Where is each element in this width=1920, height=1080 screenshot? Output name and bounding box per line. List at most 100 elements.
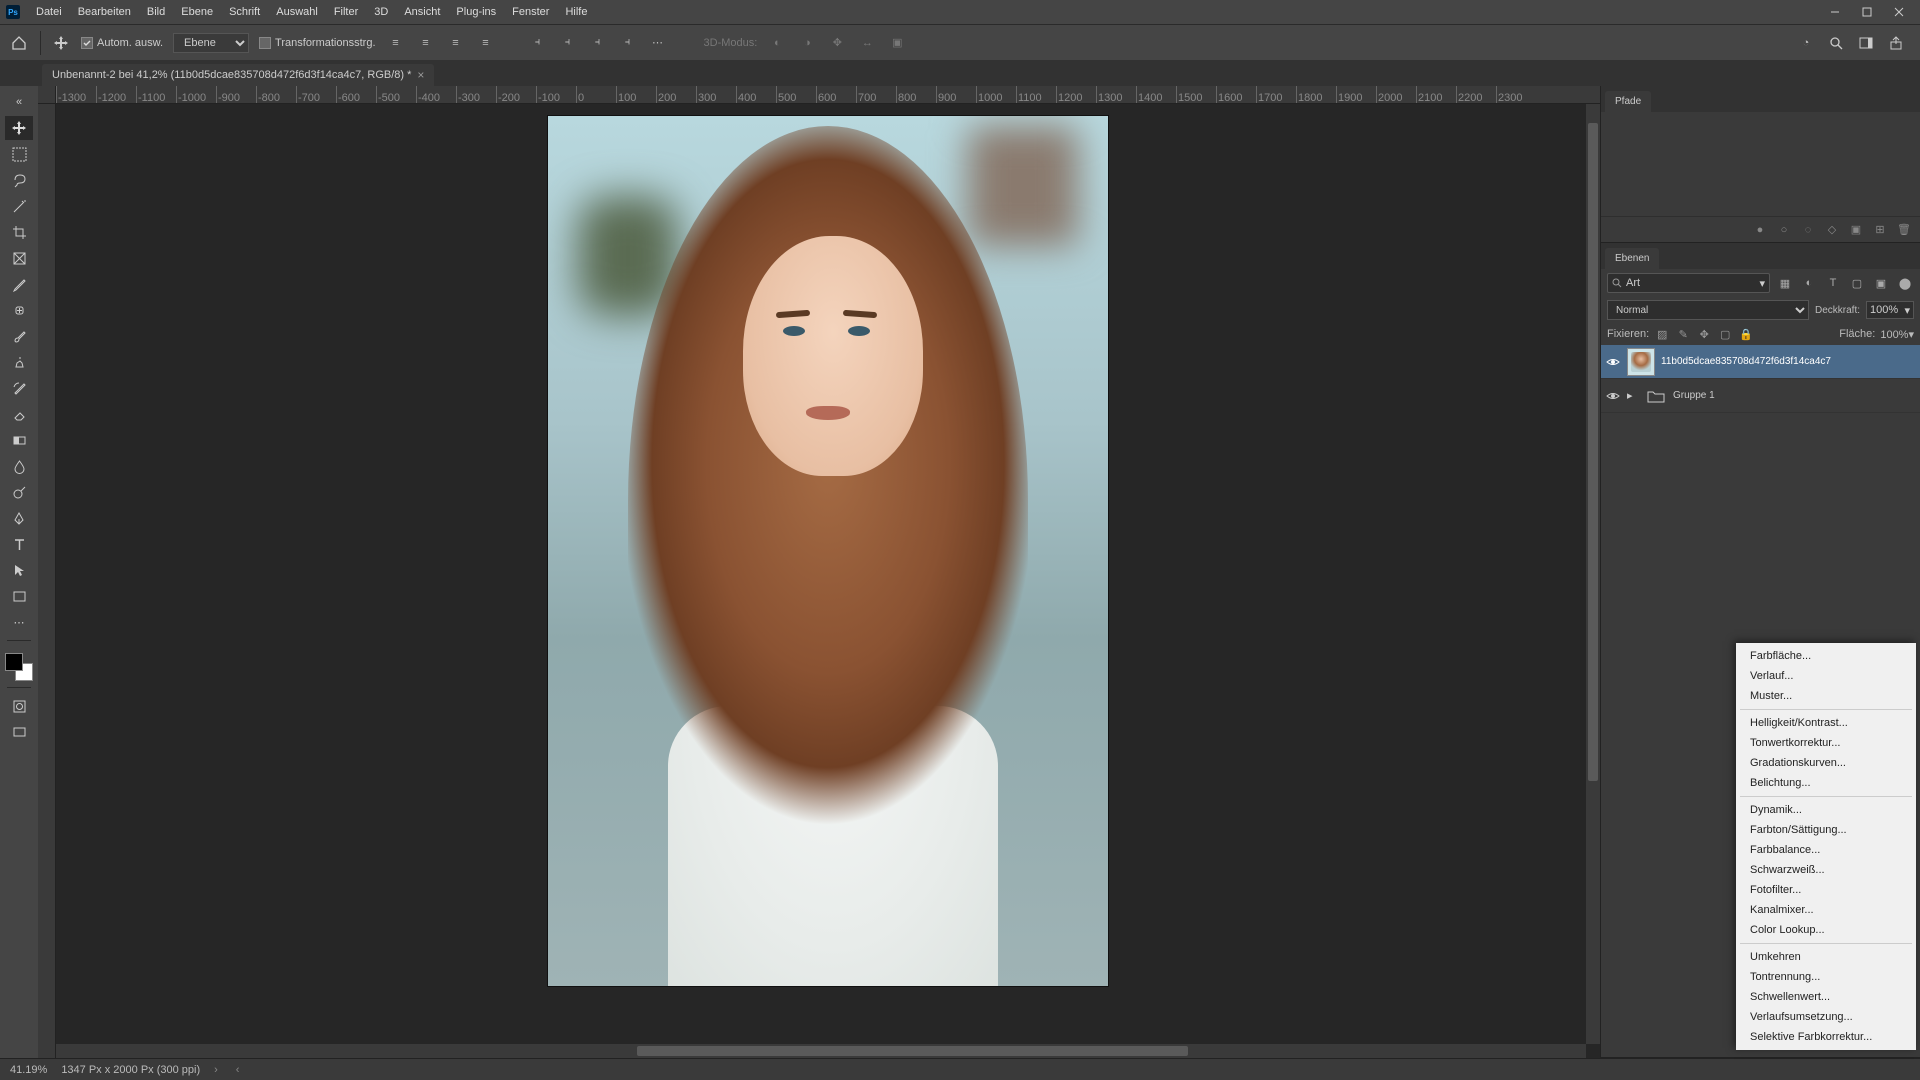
new-path-icon[interactable]: ⊞ [1872,222,1888,238]
adjustment-menu-item[interactable]: Kanalmixer... [1736,900,1916,920]
more-tools-icon[interactable]: ⋯ [5,610,33,634]
clone-stamp-tool[interactable] [5,350,33,374]
horizontal-ruler[interactable]: -1300-1200-1100-1000-900-800-700-600-500… [56,86,1600,104]
vertical-scrollbar[interactable] [1586,104,1600,1044]
pen-tool[interactable] [5,506,33,530]
lock-position-icon[interactable]: ✥ [1696,326,1712,342]
close-button[interactable] [1884,2,1914,22]
align-right-icon[interactable]: ≡ [446,33,466,53]
adjustment-menu-item[interactable]: Tontrennung... [1736,967,1916,987]
align-bottom-icon[interactable]: ⫞ [588,33,608,53]
blur-tool[interactable] [5,454,33,478]
paths-tab[interactable]: Pfade [1605,91,1651,112]
minimize-button[interactable] [1820,2,1850,22]
document-info[interactable]: 1347 Px x 2000 Px (300 ppi) [61,1064,200,1076]
adjustment-menu-item[interactable]: Belichtung... [1736,773,1916,793]
lock-artboard-icon[interactable]: ▢ [1717,326,1733,342]
menu-schrift[interactable]: Schrift [221,3,268,21]
opacity-input[interactable]: 100%▾ [1866,301,1914,319]
vertical-ruler[interactable] [38,104,56,1058]
menu-bild[interactable]: Bild [139,3,173,21]
fill-path-icon[interactable]: ● [1752,222,1768,238]
layer-row[interactable]: ▸ Gruppe 1 [1601,379,1920,413]
menu-ansicht[interactable]: Ansicht [396,3,448,21]
filter-toggle-icon[interactable]: ⬤ [1896,274,1914,292]
layer-target-select[interactable]: Ebene [173,33,249,53]
align-center-h-icon[interactable]: ≡ [416,33,436,53]
close-tab-icon[interactable]: × [417,68,424,82]
share-icon[interactable] [1886,33,1906,53]
adjustment-menu-item[interactable]: Gradationskurven... [1736,753,1916,773]
menu-bearbeiten[interactable]: Bearbeiten [70,3,139,21]
dodge-tool[interactable] [5,480,33,504]
align-center-v-icon[interactable]: ⫞ [558,33,578,53]
menu-auswahl[interactable]: Auswahl [268,3,326,21]
history-brush-tool[interactable] [5,376,33,400]
delete-path-icon[interactable]: 🗑 [1896,222,1912,238]
doc-info-chevron-icon[interactable]: › [214,1064,218,1076]
path-to-selection-icon[interactable]: ◌ [1800,222,1816,238]
search-icon[interactable] [1826,33,1846,53]
healing-brush-tool[interactable] [5,298,33,322]
frame-tool[interactable] [5,246,33,270]
adjustment-menu-item[interactable]: Helligkeit/Kontrast... [1736,713,1916,733]
align-top-icon[interactable]: ⫞ [528,33,548,53]
add-mask-path-icon[interactable]: ▣ [1848,222,1864,238]
make-work-path-icon[interactable]: ◇ [1824,222,1840,238]
distribute-v-icon[interactable]: ⫞ [618,33,638,53]
adjustment-menu-item[interactable]: Color Lookup... [1736,920,1916,940]
move-tool[interactable] [5,116,33,140]
adjustment-menu-item[interactable]: Verlauf... [1736,666,1916,686]
adjustment-menu-item[interactable]: Farbfläche... [1736,646,1916,666]
adjustment-menu-item[interactable]: Tonwertkorrektur... [1736,733,1916,753]
quick-mask-tool[interactable] [5,694,33,718]
eyedropper-tool[interactable] [5,272,33,296]
adjustment-menu-item[interactable]: Farbbalance... [1736,840,1916,860]
layers-tab[interactable]: Ebenen [1605,248,1659,269]
zoom-level[interactable]: 41.19% [10,1064,47,1076]
maximize-button[interactable] [1852,2,1882,22]
brush-tool[interactable] [5,324,33,348]
menu-fenster[interactable]: Fenster [504,3,557,21]
type-tool[interactable] [5,532,33,556]
screen-mode-tool[interactable] [5,720,33,744]
menu-datei[interactable]: Datei [28,3,70,21]
ruler-origin[interactable] [38,86,56,104]
filter-pixel-icon[interactable]: ▦ [1776,274,1794,292]
fill-input[interactable]: 100%▾ [1880,328,1914,341]
menu-ebene[interactable]: Ebene [173,3,221,21]
lock-brush-icon[interactable]: ✎ [1675,326,1691,342]
visibility-toggle-icon[interactable] [1605,388,1621,404]
adjustment-menu-item[interactable]: Umkehren [1736,947,1916,967]
distribute-h-icon[interactable]: ≡ [476,33,496,53]
lock-transparency-icon[interactable]: ▨ [1654,326,1670,342]
filter-shape-icon[interactable]: ▢ [1848,274,1866,292]
workspace-icon[interactable] [1856,33,1876,53]
menu-hilfe[interactable]: Hilfe [557,3,595,21]
expand-group-icon[interactable]: ▸ [1627,389,1639,402]
lock-all-icon[interactable]: 🔒 [1738,326,1754,342]
menu-plug-ins[interactable]: Plug-ins [448,3,504,21]
filter-smart-icon[interactable]: ▣ [1872,274,1890,292]
cloud-docs-icon[interactable]: ◔ [1796,33,1816,53]
document-tab[interactable]: Unbenannt-2 bei 41,2% (11b0d5dcae835708d… [42,64,434,86]
menu-3d[interactable]: 3D [366,3,396,21]
layer-row[interactable]: 11b0d5dcae835708d472f6d3f14ca4c7 [1601,345,1920,379]
adjustment-menu-item[interactable]: Farbton/Sättigung... [1736,820,1916,840]
home-button[interactable] [8,32,30,54]
stroke-path-icon[interactable]: ○ [1776,222,1792,238]
filter-type-icon[interactable]: T [1824,274,1842,292]
auto-select-checkbox[interactable]: Autom. ausw. [81,37,163,49]
lasso-tool[interactable] [5,168,33,192]
adjustment-menu-item[interactable]: Selektive Farbkorrektur... [1736,1027,1916,1047]
adjustment-menu-item[interactable]: Schwellenwert... [1736,987,1916,1007]
menu-filter[interactable]: Filter [326,3,366,21]
shape-tool[interactable] [5,584,33,608]
transform-controls-checkbox[interactable]: Transformationsstrg. [259,37,375,49]
crop-tool[interactable] [5,220,33,244]
canvas-viewport[interactable] [56,104,1600,1058]
adjustment-menu-item[interactable]: Muster... [1736,686,1916,706]
adjustment-menu-item[interactable]: Dynamik... [1736,800,1916,820]
color-swatch[interactable] [5,653,33,681]
layer-filter-search[interactable]: Art ▾ [1607,273,1770,293]
